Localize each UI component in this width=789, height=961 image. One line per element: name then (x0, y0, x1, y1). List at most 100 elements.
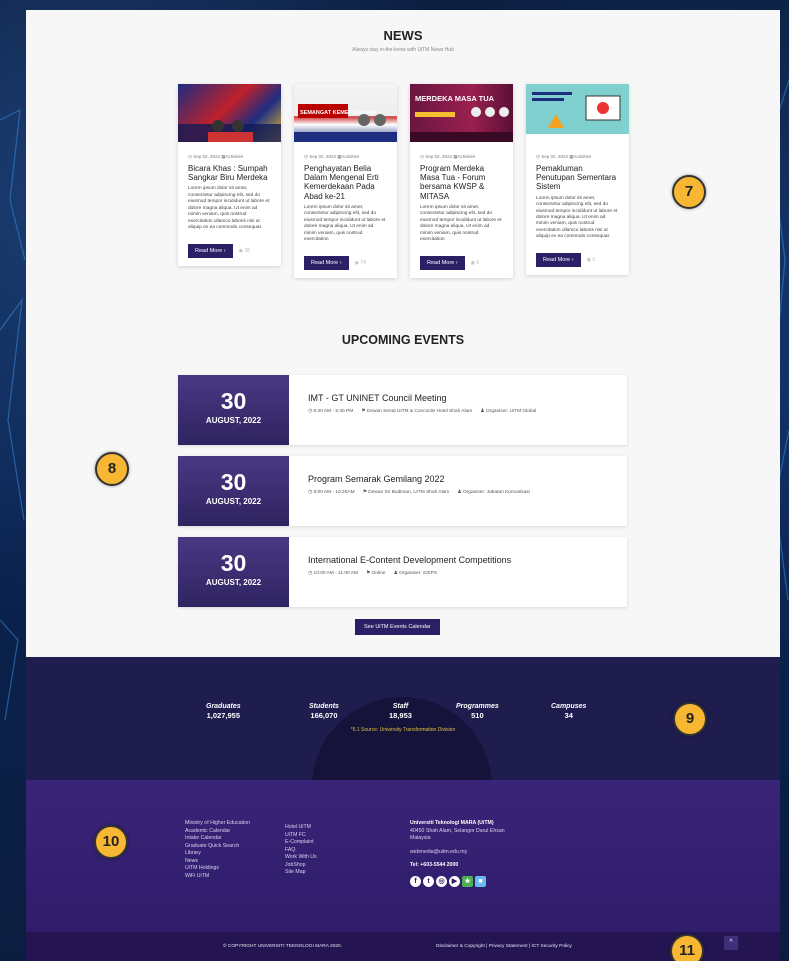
event-name[interactable]: Program Semarak Gemilang 2022 (308, 474, 530, 484)
view-count: ◉ 0 (586, 256, 596, 263)
read-more-button[interactable]: Read More › (304, 255, 349, 270)
footer-link[interactable]: Work With Us (285, 854, 317, 862)
user-icon: ♟ (457, 490, 462, 495)
stat-programmes: Programmes 510 (456, 703, 499, 720)
footer-link[interactable]: JobShop (285, 862, 317, 870)
location-icon: ⚑ (362, 490, 367, 495)
event-name[interactable]: IMT - GT UNINET Council Meeting (308, 393, 536, 403)
news-meta: ◷ Sep 02, 2022 ▦Activities (420, 154, 476, 159)
maps-icon[interactable]: ★ (462, 875, 473, 887)
footer-link[interactable]: UiTM FC (285, 832, 317, 840)
youtube-icon[interactable]: ▶ (449, 875, 460, 887)
news-card[interactable]: ◷ Sep 02, 2022 ▦Activities Pemakluman Pe… (526, 84, 629, 275)
eye-icon: ◉ (586, 256, 591, 263)
event-month: AUGUST, 2022 (205, 416, 262, 425)
stat-staff: Staff 18,953 (389, 703, 412, 720)
org-name: Universiti Teknologi MARA (UiTM) (410, 820, 494, 826)
stat-label: Graduates (206, 703, 241, 710)
legal-links[interactable]: Disclaimer & Copyright | Privacy Stateme… (436, 944, 572, 949)
stat-value: 166,070 (310, 711, 338, 720)
stat-students: Students 166,070 (309, 703, 339, 720)
footer-link[interactable]: E-Complaint (285, 839, 317, 847)
stats-source: *6.1 Source: University Transformation D… (350, 727, 456, 733)
footer-link[interactable]: Hotel UiTM (285, 824, 317, 832)
event-item[interactable]: 30 AUGUST, 2022 International E-Content … (178, 537, 627, 607)
news-title[interactable]: Program Merdeka Masa Tua - Forum bersama… (410, 164, 513, 201)
news-card[interactable]: MERDEKA MASA TUA ◷ Sep 02, 2022 ▦Activit… (410, 84, 513, 278)
clock-icon: ◷ (308, 490, 313, 495)
news-title[interactable]: Penghayatan Belia Dalam Mengenal Erti Ke… (294, 164, 397, 201)
news-card[interactable]: SEMANGAT KEMERDEKAAN ◷ Sep 02, 2022 ▦Act… (294, 84, 397, 278)
location-icon: ⚑ (365, 571, 371, 576)
event-details: ◷ 10:00 AM - 11:00 AM ⚑ Online ♟ Organis… (308, 571, 438, 576)
footer-links-secondary: Hotel UiTM UiTM FC E-Complaint FAQ Work … (285, 824, 317, 877)
footer-link[interactable]: Academic Calendar (185, 828, 250, 836)
footer-link[interactable]: UiTM Holdings (185, 865, 250, 873)
facebook-icon[interactable]: f (410, 875, 421, 887)
read-more-button[interactable]: Read More › (536, 252, 581, 267)
twitter-icon[interactable]: t (423, 875, 434, 887)
news-subtitle: Always stay in-the-know with UiTM News H… (352, 47, 454, 53)
event-date: 30 AUGUST, 2022 (178, 375, 289, 445)
contact-phone: Tel: +603-5544 2000 (410, 862, 459, 869)
news-thumbnail[interactable] (526, 84, 629, 142)
stats-section: Graduates 1,027,955 Students 166,070 Sta… (26, 657, 780, 780)
stat-campuses: Campuses 34 (551, 703, 586, 720)
contact-email[interactable]: webmedia@uitm.edu.my (410, 849, 505, 857)
event-date: 30 AUGUST, 2022 (178, 456, 289, 526)
events-heading: UPCOMING EVENTS (341, 333, 465, 347)
footer-link[interactable]: WiFi UiTM (185, 873, 250, 881)
app-icon[interactable]: ■ (475, 875, 486, 887)
news-meta: ◷ Sep 02, 2022 ▦Activities (304, 154, 360, 159)
footer-link[interactable]: Site Map (285, 869, 317, 877)
news-title[interactable]: Bicara Khas : Sumpah Sangkar Biru Merdek… (178, 164, 281, 182)
news-title[interactable]: Pemakluman Penutupan Sementara Sistem (526, 164, 629, 192)
news-meta: ◷ Sep 02, 2022 ▦Activities (188, 154, 244, 159)
news-meta: ◷ Sep 02, 2022 ▦Activities (536, 154, 592, 159)
view-count: ◉ 74 (354, 259, 366, 266)
footer-links-primary: Ministry of Higher Education Academic Ca… (185, 820, 250, 880)
view-count: ◉ 6 (470, 259, 480, 266)
stat-label: Programmes (456, 703, 499, 710)
eye-icon: ◉ (354, 259, 359, 266)
copyright-text: © COPYRIGHT UNIVERSITI TEKNOLOGI MARA 20… (223, 944, 343, 949)
back-to-top-button[interactable]: ^ (724, 936, 738, 950)
stat-graduates: Graduates 1,027,955 (206, 703, 241, 720)
event-day: 30 (220, 550, 247, 576)
address-line: 40450 Shah Alam, Selangor Darul Ehsan (410, 827, 505, 834)
news-excerpt: Lorem ipsum dolor sit amet, consectetur … (420, 204, 502, 243)
news-card[interactable]: ◷ Sep 02, 2022 ▦Activities Bicara Khas :… (178, 84, 281, 266)
stat-label: Campuses (551, 703, 587, 710)
event-details: ◷ 8:30 AM - 5:30 PM ⚑ Dewan Senat UiTM &… (308, 409, 537, 414)
location-icon: ⚑ (361, 409, 366, 414)
footer-link[interactable]: FAQ (285, 847, 317, 855)
event-month: AUGUST, 2022 (205, 578, 262, 587)
news-cards: ◷ Sep 02, 2022 ▦Activities Bicara Khas :… (178, 84, 629, 278)
annotation-marker: 9 (673, 702, 707, 736)
stat-value: 34 (564, 711, 573, 720)
footer-link[interactable]: Intake Calendar (185, 835, 250, 843)
footer-link[interactable]: Graduate Quick Search (185, 843, 250, 851)
footer-link[interactable]: Library (185, 850, 250, 858)
footer-link[interactable]: News (185, 858, 250, 866)
news-heading: NEWS (383, 28, 423, 43)
news-thumbnail[interactable] (178, 84, 281, 142)
event-name[interactable]: International E-Content Development Comp… (308, 555, 511, 565)
clock-icon: ◷ (308, 409, 313, 414)
footer-link[interactable]: Ministry of Higher Education (185, 820, 250, 828)
read-more-button[interactable]: Read More › (420, 255, 465, 270)
news-excerpt: Lorem ipsum dolor sit amet, consectetur … (188, 186, 270, 231)
read-more-button[interactable]: Read More › (188, 243, 233, 258)
instagram-icon[interactable]: ◎ (436, 875, 447, 887)
eye-icon: ◉ (470, 259, 475, 266)
event-item[interactable]: 30 AUGUST, 2022 Program Semarak Gemilang… (178, 456, 627, 526)
address-line: Malaysia (410, 835, 431, 842)
news-excerpt: Lorem ipsum dolor sit amet, consectetur … (536, 195, 618, 240)
news-thumbnail[interactable]: SEMANGAT KEMERDEKAAN (294, 84, 397, 142)
event-day: 30 (220, 469, 247, 495)
news-thumbnail[interactable]: MERDEKA MASA TUA (410, 84, 513, 142)
events-calendar-button[interactable]: See UiTM Events Calendar (355, 619, 440, 635)
stat-value: 510 (471, 711, 484, 720)
view-count: ◉ 38 (238, 247, 250, 254)
event-item[interactable]: 30 AUGUST, 2022 IMT - GT UNINET Council … (178, 375, 627, 445)
